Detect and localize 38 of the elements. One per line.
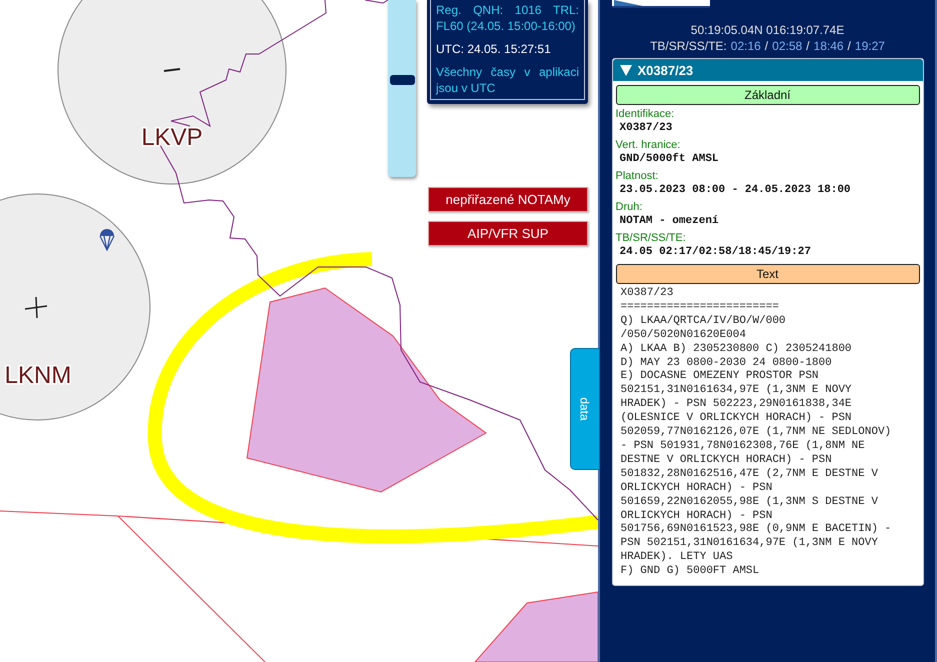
- separator: /: [764, 38, 768, 54]
- notam-text: X0387/23 ======================== Q) LKAA/QRTCA/IV/BO/W/000 /050/5020N01620E004 A) LKAA B) 2305230800 C) 2305241800 D) MAY 23 0800-2030 24 0800-1800 E) DOCASNE OMEZENY PROSTOR PSN 502151,31N0161634,97E (1,3NM E NOVY HRADEK) - PSN 502223,29N0161838,34E (OLESNICE V ORLICKYCH HORACH) - PSN 502059,77N0162126,07E (1,7NM NE SEDLONOV) - PSN 501931,78N0162308,76E (1,8NM NE DESTNE V ORLICKYCH HORACH) - PSN 501832,28N0162516,47E (2,7NM E DESTNE V ORLICKYCH HORACH) - PSN 501659,22N0162055,98E (1,3NM S DESTNE V ORLICKYCH HORACH) - PSN 501756,69N0161523,98E (0,9NM E BACETIN) - PSN 502151,31N0161634,97E (1,3NM E NOVY HRADEK). LETY UAS F) GND G) 5000FT AMSL: [620, 287, 892, 580]
- runway-symbol: [24, 296, 48, 319]
- field-label: Druh:: [616, 201, 644, 214]
- runway-symbol: [164, 68, 180, 72]
- separator: /: [806, 38, 810, 54]
- zoom-slider-thumb[interactable]: [390, 74, 415, 85]
- coordinates: 50:19:05.04N 016:19:07.74E: [690, 22, 844, 38]
- field-value: GND/5000ft AMSL: [618, 152, 720, 167]
- field-label: Vert. hranice:: [616, 139, 682, 152]
- field-value: NOTAM - omezení: [618, 214, 720, 229]
- zoom-slider[interactable]: [388, 0, 416, 177]
- field-label: Identifikace:: [616, 108, 676, 121]
- field-value: 23.05.2023 08:00 - 24.05.2023 18:00: [618, 183, 852, 198]
- logo-icon: [612, 0, 710, 8]
- map-button[interactable]: AIP/VFR SUP: [428, 221, 588, 246]
- qnh-text: Reg. QNH: 1016 TRL: FL60 (24.05. 15:00-16:00): [436, 2, 579, 34]
- notam-id: X0387/23: [638, 62, 694, 78]
- field-label: TB/SR/SS/TE:: [616, 232, 687, 245]
- field-value: X0387/23: [618, 121, 674, 136]
- airport-label: LKVP: [141, 124, 203, 151]
- section-header[interactable]: Základní: [616, 85, 920, 105]
- utc-time: UTC: 24.05. 15:27:51: [436, 41, 552, 57]
- airport-label: LKNM: [4, 362, 72, 389]
- parachute-icon: [99, 229, 115, 252]
- triangle-icon[interactable]: [620, 64, 632, 76]
- sun-time: 02:16: [730, 38, 761, 54]
- sun-time: 19:27: [854, 38, 885, 54]
- field-label: Platnost:: [616, 170, 660, 183]
- sun-label: TB/SR/SS/TE:: [650, 38, 727, 54]
- separator: /: [848, 38, 851, 54]
- map-button[interactable]: nepřiřazené NOTAMy: [428, 187, 588, 212]
- notam-header[interactable]: X0387/23: [612, 59, 922, 81]
- utc-note: Všechny časy v aplikaci jsou v UTC: [436, 64, 579, 96]
- field-value: 24.05 02:17/02:58/18:45/19:27: [618, 245, 812, 260]
- sun-time: 02:58: [772, 38, 802, 54]
- sun-time: 18:46: [814, 38, 844, 54]
- section-header[interactable]: Text: [616, 264, 920, 284]
